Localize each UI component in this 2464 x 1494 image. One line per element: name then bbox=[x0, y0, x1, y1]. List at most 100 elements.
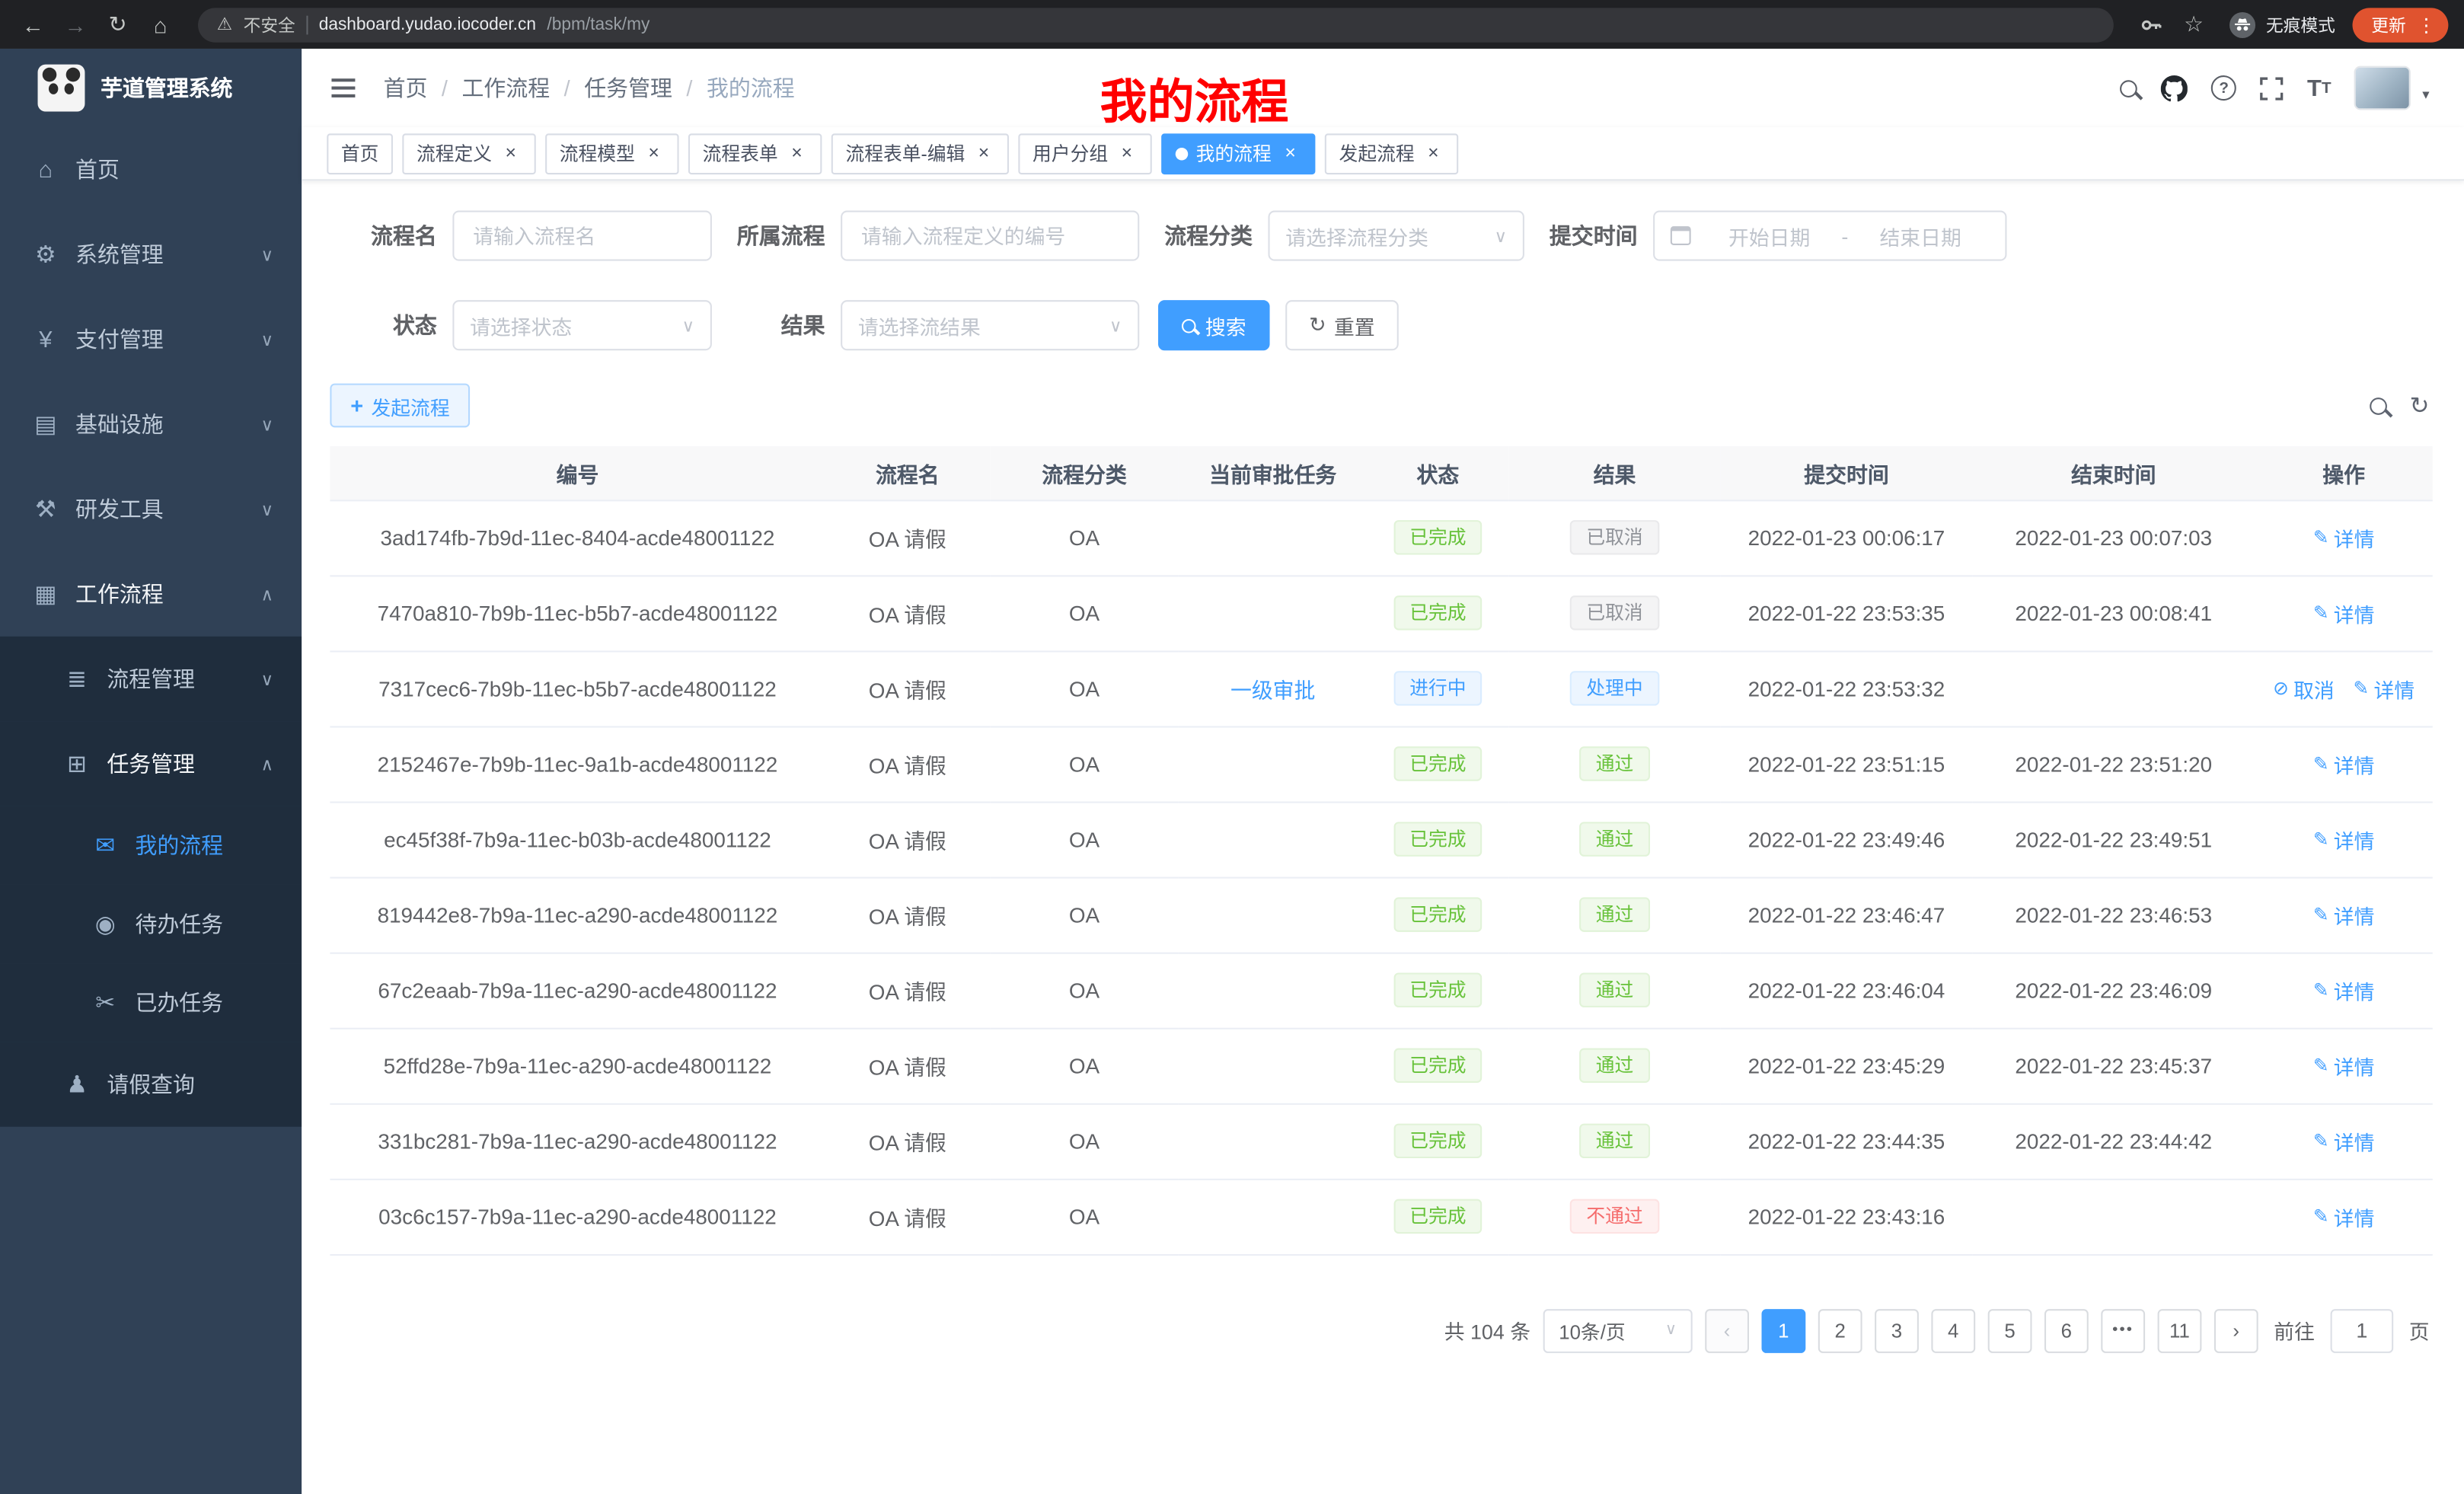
status-tag: 已完成 bbox=[1394, 897, 1483, 931]
result-tag: 不通过 bbox=[1571, 1199, 1659, 1234]
detail-button-label: 详情 bbox=[2334, 1126, 2375, 1156]
end-date-placeholder[interactable]: 结束日期 bbox=[1852, 221, 1990, 251]
browser-menu-icon[interactable]: ⋮ bbox=[2417, 14, 2436, 36]
cell-category: OA bbox=[990, 802, 1179, 877]
edit-icon: ✎ bbox=[2313, 1205, 2329, 1227]
result-tag: 通过 bbox=[1580, 897, 1649, 931]
breadcrumb-item[interactable]: 首页 bbox=[384, 72, 428, 104]
page-size-select[interactable]: 10条/页 ∨ bbox=[1543, 1308, 1693, 1352]
breadcrumb-item[interactable]: 任务管理 bbox=[584, 72, 672, 104]
cell-submit-time: 2022-01-22 23:43:16 bbox=[1721, 1179, 1972, 1254]
font-size-icon[interactable]: TT bbox=[2307, 75, 2332, 101]
caret-down-icon[interactable]: ▾ bbox=[2422, 87, 2429, 104]
close-icon[interactable]: × bbox=[643, 142, 665, 164]
category-select[interactable]: 请选择流程分类 ∨ bbox=[1268, 211, 1524, 261]
close-icon[interactable]: × bbox=[1279, 142, 1301, 164]
view-tab[interactable]: 流程模型× bbox=[545, 132, 678, 174]
chevron-down-icon: ∨ bbox=[260, 669, 273, 689]
sidebar-item-devtools[interactable]: ⚒研发工具∨ bbox=[0, 467, 302, 551]
sidebar-item-process-mgmt[interactable]: ≣流程管理∨ bbox=[0, 637, 302, 721]
update-button[interactable]: 更新 ⋮ bbox=[2353, 7, 2449, 41]
create-process-button[interactable]: + 发起流程 bbox=[330, 384, 470, 428]
sidebar-item-payment[interactable]: ¥支付管理∨ bbox=[0, 297, 302, 381]
sidebar-item-home[interactable]: ⌂首页 bbox=[0, 127, 302, 212]
result-tag: 通过 bbox=[1580, 972, 1649, 1007]
close-icon[interactable]: × bbox=[973, 142, 995, 164]
table-refresh-icon[interactable]: ↻ bbox=[2410, 391, 2430, 420]
key-icon[interactable] bbox=[2134, 7, 2169, 41]
page-button[interactable]: 1 bbox=[1761, 1308, 1805, 1352]
status-tag: 已完成 bbox=[1394, 1124, 1483, 1158]
close-icon[interactable]: × bbox=[1422, 142, 1444, 164]
chevron-down-icon: ∨ bbox=[260, 329, 273, 350]
reset-button[interactable]: ↻ 重置 bbox=[1285, 300, 1398, 350]
help-icon[interactable]: ? bbox=[2211, 75, 2236, 101]
next-page-button[interactable]: › bbox=[2214, 1308, 2258, 1352]
prev-page-button[interactable]: ‹ bbox=[1705, 1308, 1749, 1352]
breadcrumb-item[interactable]: 工作流程 bbox=[462, 72, 551, 104]
view-tab[interactable]: 我的流程× bbox=[1161, 132, 1315, 174]
github-icon[interactable] bbox=[2161, 75, 2188, 101]
view-tab[interactable]: 首页 bbox=[327, 132, 393, 174]
process-name-input[interactable] bbox=[452, 211, 712, 261]
sidebar-item-system[interactable]: ⚙系统管理∨ bbox=[0, 212, 302, 297]
security-label[interactable]: 不安全 bbox=[244, 11, 295, 37]
browser-home-icon[interactable]: ⌂ bbox=[143, 7, 177, 41]
detail-button[interactable]: ✎详情 bbox=[2313, 1051, 2375, 1081]
avatar[interactable] bbox=[2355, 66, 2411, 110]
address-bar[interactable]: ⚠ 不安全 dashboard.yudao.iocoder.cn/bpm/tas… bbox=[198, 7, 2114, 41]
page-button[interactable]: 5 bbox=[1988, 1308, 2032, 1352]
cell-actions: ✎详情 bbox=[2255, 575, 2433, 650]
detail-button[interactable]: ✎详情 bbox=[2354, 673, 2415, 703]
back-icon[interactable]: ← bbox=[16, 7, 50, 41]
close-icon[interactable]: × bbox=[786, 142, 808, 164]
sidebar-item-task-mgmt[interactable]: ⊞任务管理∧ bbox=[0, 721, 302, 806]
view-tab[interactable]: 流程表单-编辑× bbox=[831, 132, 1009, 174]
sidebar-item-leave-query[interactable]: ♟请假查询 bbox=[0, 1042, 302, 1126]
page-button[interactable]: 4 bbox=[1931, 1308, 1975, 1352]
submit-time-range-input[interactable]: 开始日期 - 结束日期 bbox=[1653, 211, 2006, 261]
logo[interactable]: 芋道管理系统 bbox=[0, 49, 302, 127]
detail-button[interactable]: ✎详情 bbox=[2313, 598, 2375, 627]
sidebar-item-infra[interactable]: ▤基础设施∨ bbox=[0, 382, 302, 467]
view-tab[interactable]: 流程定义× bbox=[402, 132, 535, 174]
page-button[interactable]: 6 bbox=[2044, 1308, 2089, 1352]
close-icon[interactable]: × bbox=[1116, 142, 1138, 164]
detail-button[interactable]: ✎详情 bbox=[2313, 522, 2375, 552]
detail-button[interactable]: ✎详情 bbox=[2313, 749, 2375, 778]
page-button[interactable]: 2 bbox=[1818, 1308, 1862, 1352]
forward-icon[interactable]: → bbox=[58, 7, 92, 41]
fullscreen-icon[interactable] bbox=[2260, 76, 2284, 100]
result-select[interactable]: 请选择流结果 ∨ bbox=[841, 300, 1139, 350]
view-tab[interactable]: 流程表单× bbox=[688, 132, 822, 174]
reload-icon[interactable]: ↻ bbox=[101, 7, 135, 41]
sidebar-item-my-process[interactable]: ✉我的流程 bbox=[0, 806, 302, 885]
start-date-placeholder[interactable]: 开始日期 bbox=[1700, 221, 1838, 251]
cancel-button[interactable]: ⊘取消 bbox=[2273, 673, 2335, 703]
page-button[interactable]: 11 bbox=[2158, 1308, 2202, 1352]
current-task-link[interactable]: 一级审批 bbox=[1230, 679, 1315, 703]
goto-page-input[interactable] bbox=[2331, 1308, 2394, 1352]
process-id-input[interactable] bbox=[841, 211, 1139, 261]
detail-button[interactable]: ✎详情 bbox=[2313, 1202, 2375, 1231]
table-header-row: 编号流程名流程分类当前审批任务状态结果提交时间结束时间操作 bbox=[330, 446, 2432, 500]
cell-result: 通过 bbox=[1508, 953, 1721, 1028]
detail-button[interactable]: ✎详情 bbox=[2313, 900, 2375, 930]
collapse-sidebar-button[interactable] bbox=[324, 69, 362, 107]
status-select[interactable]: 请选择状态 ∨ bbox=[452, 300, 712, 350]
detail-button[interactable]: ✎详情 bbox=[2313, 975, 2375, 1005]
detail-button[interactable]: ✎详情 bbox=[2313, 1126, 2375, 1156]
sidebar-item-workflow[interactable]: ▦工作流程∧ bbox=[0, 551, 302, 636]
search-icon[interactable] bbox=[2120, 79, 2137, 97]
detail-button[interactable]: ✎详情 bbox=[2313, 824, 2375, 854]
view-tab[interactable]: 用户分组× bbox=[1018, 132, 1151, 174]
toggle-search-icon[interactable] bbox=[2370, 397, 2388, 414]
bookmark-star-icon[interactable]: ☆ bbox=[2176, 7, 2210, 41]
view-tab[interactable]: 发起流程× bbox=[1325, 132, 1458, 174]
search-button[interactable]: 搜索 bbox=[1158, 300, 1270, 350]
sidebar-item-todo-tasks[interactable]: ◉待办任务 bbox=[0, 885, 302, 963]
more-pages-button[interactable]: ••• bbox=[2101, 1308, 2145, 1352]
close-icon[interactable]: × bbox=[500, 142, 522, 164]
sidebar-item-done-tasks[interactable]: ✂已办任务 bbox=[0, 963, 302, 1042]
page-button[interactable]: 3 bbox=[1875, 1308, 1919, 1352]
